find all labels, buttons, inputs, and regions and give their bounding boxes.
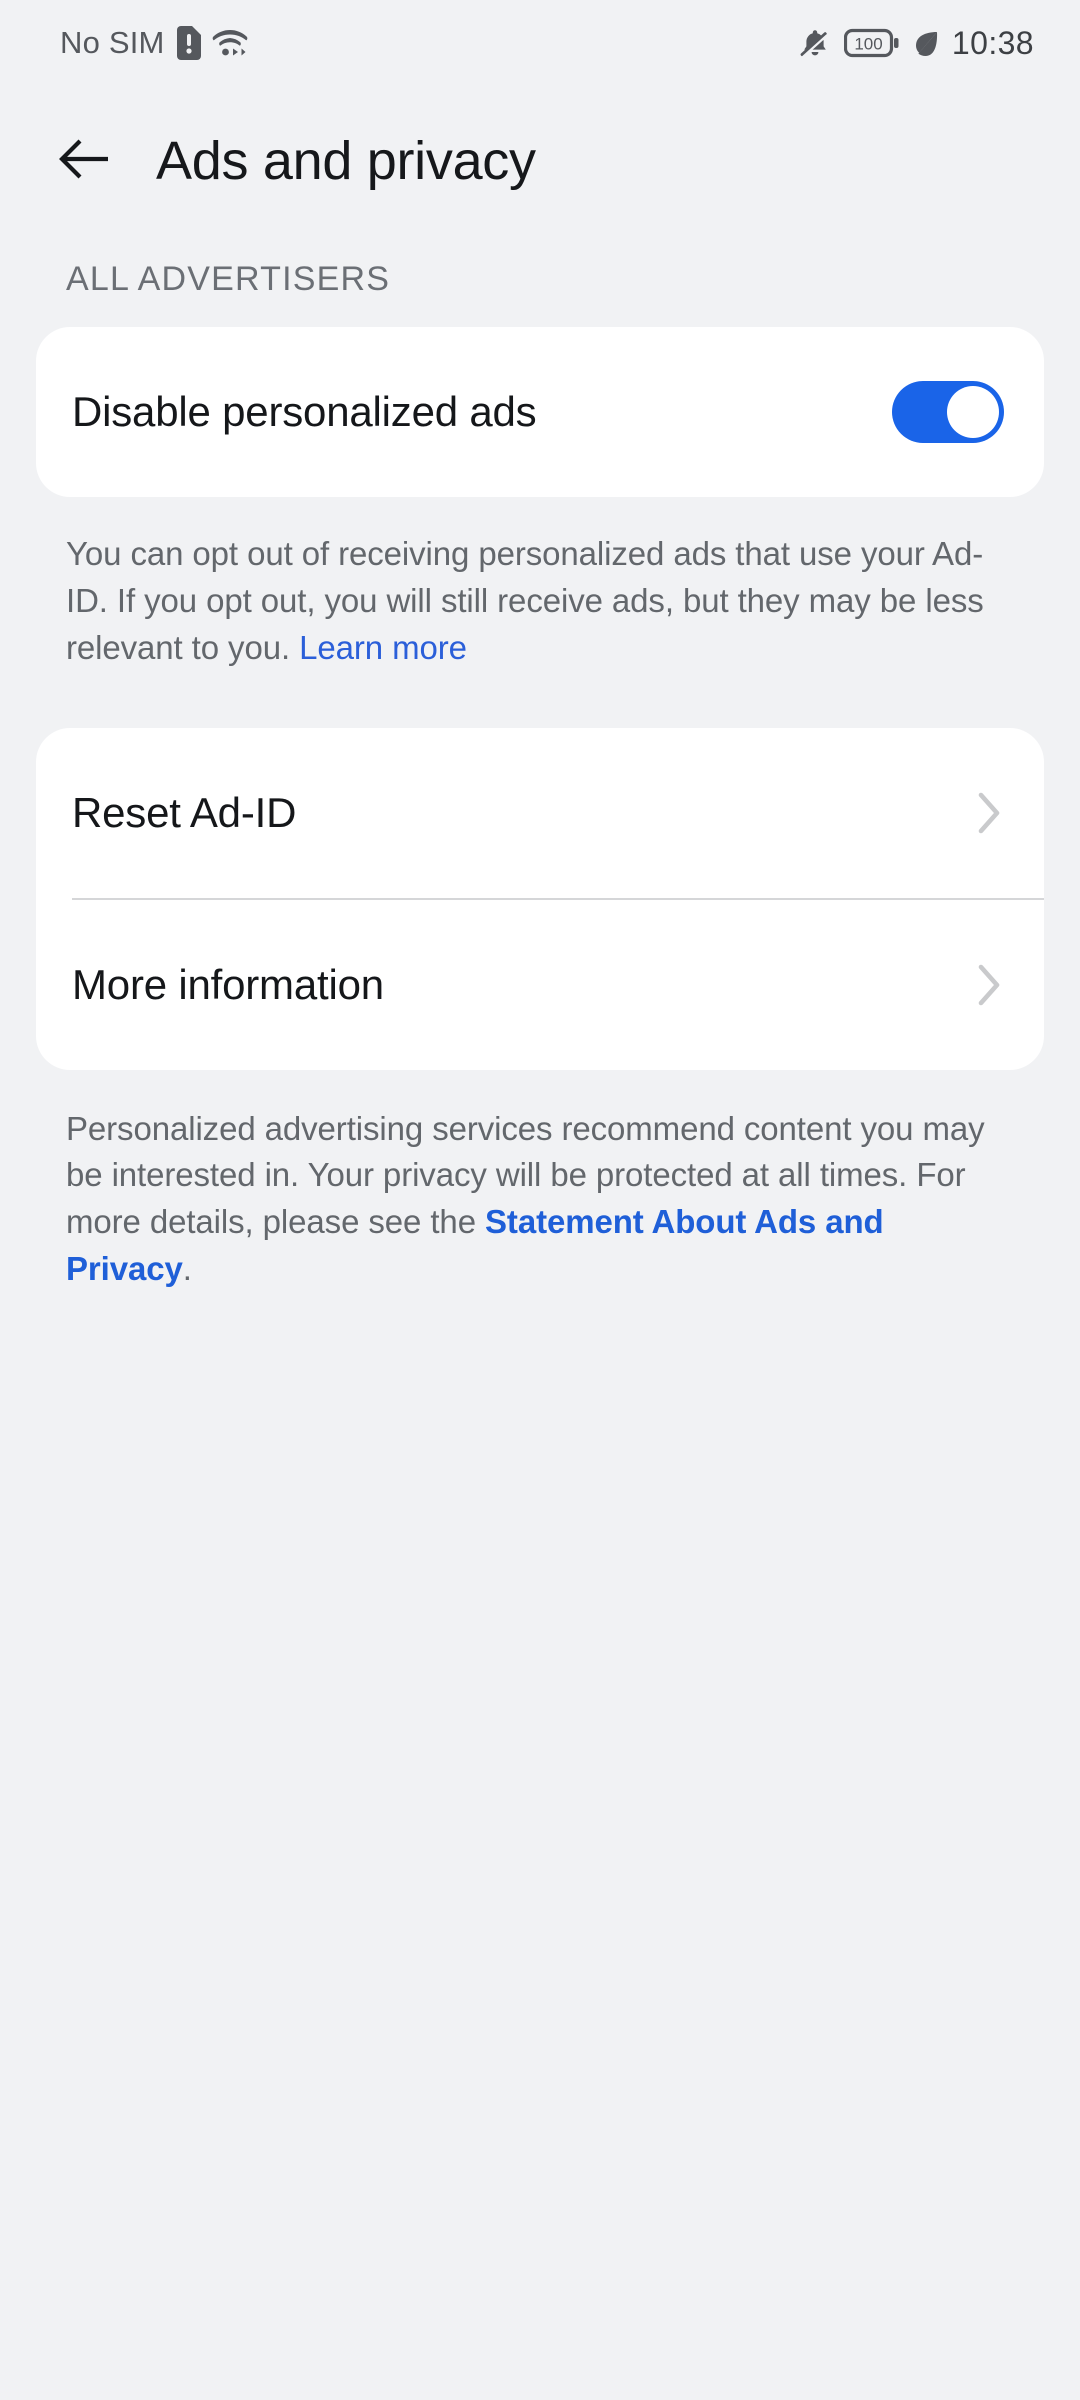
battery-full-icon: 100 bbox=[843, 27, 900, 59]
chevron-right-icon bbox=[974, 961, 1004, 1009]
clock-label: 10:38 bbox=[951, 24, 1034, 61]
battery-level-label: 100 bbox=[854, 35, 882, 54]
help-text-personalized-ads: You can opt out of receiving personalize… bbox=[66, 531, 1018, 672]
help-text-part2: . bbox=[182, 1250, 192, 1288]
status-bar-left: No SIM bbox=[60, 25, 249, 61]
help-text-advertising-services: Personalized advertising services recomm… bbox=[66, 1106, 1018, 1293]
bell-muted-icon bbox=[798, 26, 832, 60]
leaf-icon bbox=[912, 29, 940, 57]
more-information-label: More information bbox=[72, 960, 384, 1008]
status-bar-right: 100 10:38 bbox=[798, 25, 1034, 62]
status-bar: No SIM 100 10:38 bbox=[0, 0, 1080, 86]
toggle-knob bbox=[947, 386, 999, 438]
ad-actions-card: Reset Ad-ID More information bbox=[36, 727, 1044, 1070]
disable-personalized-ads-label: Disable personalized ads bbox=[72, 388, 537, 435]
row-reset-ad-id[interactable]: Reset Ad-ID bbox=[36, 728, 1044, 898]
row-disable-personalized-ads[interactable]: Disable personalized ads bbox=[36, 327, 1044, 497]
sim-card-alert-icon bbox=[175, 26, 201, 60]
chevron-right-icon bbox=[974, 789, 1004, 837]
wifi-data-icon bbox=[211, 27, 249, 59]
section-label-all-advertisers: ALL ADVERTISERS bbox=[66, 260, 391, 298]
page-header: Ads and privacy bbox=[0, 86, 1080, 236]
learn-more-link[interactable]: Learn more bbox=[299, 629, 467, 666]
back-button[interactable] bbox=[58, 134, 112, 188]
arrow-left-icon bbox=[58, 137, 112, 186]
reset-ad-id-label: Reset Ad-ID bbox=[72, 788, 297, 836]
disable-personalized-ads-toggle[interactable] bbox=[892, 381, 1004, 443]
help-text-body: You can opt out of receiving personalize… bbox=[66, 535, 984, 666]
row-more-information[interactable]: More information bbox=[36, 900, 1044, 1070]
carrier-label: No SIM bbox=[60, 25, 165, 60]
disable-personalized-ads-card: Disable personalized ads bbox=[36, 327, 1044, 497]
page-title: Ads and privacy bbox=[156, 131, 536, 191]
